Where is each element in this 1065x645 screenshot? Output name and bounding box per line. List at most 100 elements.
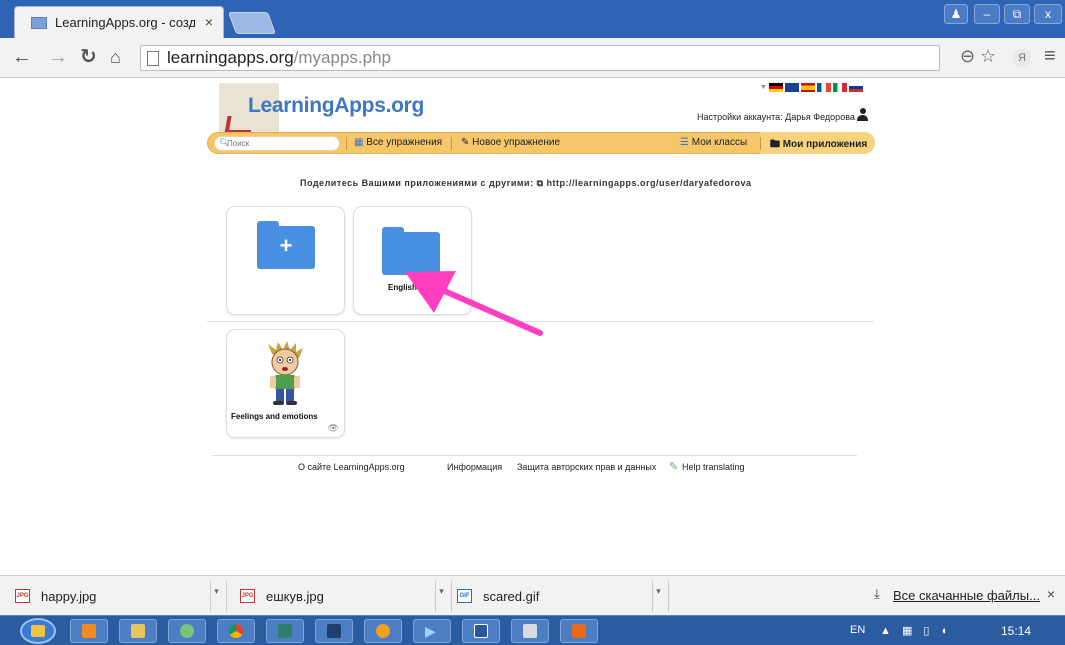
url-host: learningapps.org — [167, 48, 294, 67]
start-button[interactable] — [20, 618, 56, 644]
footer-privacy-link[interactable]: Защита авторских прав и данных — [517, 462, 656, 472]
footer-info-link[interactable]: Информация — [447, 462, 502, 472]
word-icon — [474, 624, 488, 638]
taskbar-app-screen[interactable] — [315, 619, 353, 643]
section-divider — [207, 321, 874, 322]
download-options-chevron[interactable]: ▾ — [652, 581, 664, 612]
nav-new-exercise[interactable]: ✎ Новое упражнение — [461, 137, 560, 148]
show-all-downloads-link[interactable]: Все скачанные файлы... — [893, 588, 1040, 603]
app-label: Feelings and emotions — [231, 412, 318, 421]
grid-icon: ▦ — [354, 137, 367, 148]
footer-help-link[interactable]: Help translating — [682, 462, 745, 472]
browser-tabstrip: LearningApps.org - созда × ♟ – ⧉ x — [0, 0, 1065, 38]
clock[interactable]: 15:14 — [1001, 624, 1031, 638]
app-icon — [278, 624, 292, 638]
favicon-icon — [31, 17, 47, 29]
download-item[interactable]: JPG happy.jpg ▾ — [5, 581, 227, 612]
nav-new-exercise-label: Новое упражнение — [472, 137, 561, 148]
pdf-icon — [572, 624, 586, 638]
taskbar: ▶ EN ▲ ▦ ▯ ◖ 15:14 — [0, 615, 1065, 645]
account-settings-link[interactable]: Настройки аккаунта: Дарья Федорова — [697, 112, 855, 122]
tab-close-button[interactable]: × — [205, 14, 213, 30]
close-downloads-button[interactable]: × — [1047, 586, 1055, 602]
tab-title: LearningApps.org - созда — [55, 15, 195, 30]
menu-icon[interactable]: ≡ — [1044, 45, 1056, 68]
nav-all-exercises-label: Все упражнения — [366, 137, 443, 148]
app-card-feelings[interactable]: Feelings and emotions 👁︎ — [226, 329, 345, 438]
flag-de-icon[interactable] — [769, 83, 783, 92]
taskbar-pdf[interactable] — [560, 619, 598, 643]
nav-my-classes[interactable]: ☰ Мои классы — [680, 137, 747, 148]
new-folder-card[interactable]: + — [226, 206, 345, 315]
profile-button[interactable]: ♟ — [944, 4, 968, 24]
flag-uk-icon[interactable] — [785, 83, 799, 92]
download-filename: scared.gif — [483, 589, 540, 604]
footer-divider — [212, 455, 857, 456]
eye-icon: 👁︎ — [327, 423, 339, 433]
back-icon[interactable]: ← — [12, 46, 32, 68]
user-icon[interactable] — [857, 108, 868, 122]
zoom-icon[interactable]: ⊖ — [960, 46, 975, 67]
search-input[interactable] — [227, 137, 337, 150]
forward-icon[interactable]: → — [48, 46, 68, 68]
nav-separator — [760, 137, 761, 150]
nav-separator — [346, 137, 347, 150]
folder-card-english[interactable]: English — [353, 206, 472, 315]
bookmark-star-icon[interactable]: ☆ — [980, 46, 996, 67]
reload-icon[interactable]: ↻ — [80, 46, 97, 68]
download-item[interactable]: GIF scared.gif ▾ — [447, 581, 669, 612]
url-text[interactable]: learningapps.org/myapps.php — [167, 48, 391, 68]
jpg-file-icon: JPG — [240, 589, 255, 603]
new-tab-button[interactable] — [227, 12, 277, 34]
taskbar-chrome[interactable] — [217, 619, 255, 643]
download-options-chevron[interactable]: ▾ — [435, 581, 447, 612]
flag-es-icon[interactable] — [801, 83, 815, 92]
maximize-button[interactable]: ⧉ — [1004, 4, 1030, 24]
site-nav: 🔍︎ ▦ Все упражнения ✎ Новое упражнение ☰… — [207, 132, 875, 154]
flag-fr-icon[interactable] — [817, 83, 831, 92]
home-icon[interactable]: ⌂ — [110, 46, 121, 68]
flag-ru-icon[interactable] — [849, 83, 863, 92]
minimize-button[interactable]: – — [974, 4, 1000, 24]
app-icon — [376, 624, 390, 638]
nav-my-apps[interactable]: 🖿 Мои приложения — [770, 137, 867, 154]
nav-all-exercises[interactable]: ▦ Все упражнения — [354, 137, 442, 148]
taskbar-app-orange[interactable] — [70, 619, 108, 643]
help-translate-icon: ✎ — [669, 461, 679, 473]
screen-icon — [327, 624, 341, 638]
taskbar-explorer[interactable] — [119, 619, 157, 643]
share-link[interactable]: Поделитесь Вашими приложениями с другими… — [300, 178, 752, 189]
language-indicator[interactable]: EN — [850, 624, 865, 636]
app-icon — [82, 624, 96, 638]
taskbar-app-2[interactable] — [364, 619, 402, 643]
site-logo[interactable]: LearningApps.org — [248, 94, 424, 118]
download-options-chevron[interactable]: ▾ — [210, 581, 222, 612]
flag-it-icon[interactable] — [833, 83, 847, 92]
nav-my-classes-label: Мои классы — [691, 137, 748, 148]
play-icon: ▶ — [425, 623, 436, 639]
download-filename: ешкув.jpg — [266, 589, 324, 604]
taskbar-users[interactable] — [168, 619, 206, 643]
taskbar-calculator[interactable] — [511, 619, 549, 643]
taskbar-app-xmind[interactable] — [266, 619, 304, 643]
url-path: /myapps.php — [293, 48, 391, 67]
system-tray-icons[interactable]: ▲ ▦ ▯ ◖ — [880, 624, 951, 637]
browser-toolbar: ← → ↻ ⌂ learningapps.org/myapps.php ⊖ ☆ … — [0, 38, 1065, 78]
folder-open-icon: 🖿 — [770, 139, 783, 150]
calculator-icon — [523, 624, 537, 638]
folder-icon — [382, 227, 440, 275]
footer-about-link[interactable]: О сайте LearningApps.org — [298, 462, 405, 472]
download-icon: ⤓ — [874, 586, 880, 601]
browser-tab[interactable]: LearningApps.org - созда × — [14, 6, 224, 38]
taskbar-word[interactable] — [462, 619, 500, 643]
download-item[interactable]: JPG ешкув.jpg ▾ — [230, 581, 452, 612]
windows-logo-icon — [31, 625, 45, 637]
address-bar[interactable]: learningapps.org/myapps.php — [140, 45, 940, 71]
language-dropdown-icon[interactable]: ▼ — [760, 84, 767, 93]
search-box[interactable]: 🔍︎ — [214, 136, 340, 151]
page-content: LearningApps.org ▼ Настройки аккаунта: Д… — [0, 78, 1065, 575]
close-window-button[interactable]: x — [1034, 4, 1062, 24]
nav-my-apps-label: Мои приложения — [782, 139, 868, 150]
taskbar-media-player[interactable]: ▶ — [413, 619, 451, 643]
yandex-extension-icon[interactable]: Я — [1013, 49, 1031, 67]
